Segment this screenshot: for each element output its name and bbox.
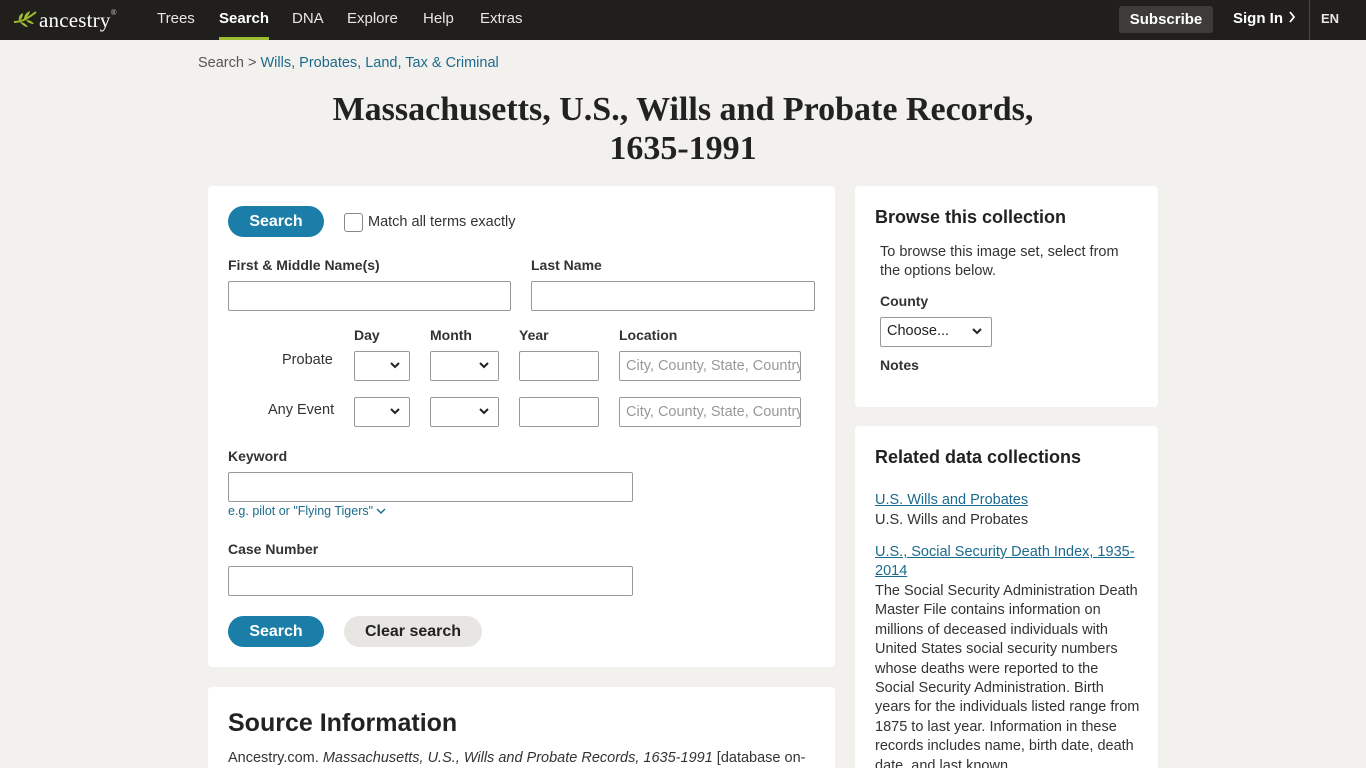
breadcrumb: Search > Wills, Probates, Land, Tax & Cr… [198,55,499,71]
related-heading: Related data collections [875,447,1082,467]
search-form-card: Search Match all terms exactly First & M… [208,186,835,667]
browse-heading: Browse this collection [875,207,1067,227]
any-event-month-select[interactable] [430,397,499,427]
any-event-location-input[interactable]: City, County, State, Country [619,397,801,427]
case-number-label: Case Number [228,541,319,557]
chevron-right-icon [1289,11,1296,23]
clear-search-button[interactable]: Clear search [344,616,482,647]
any-event-day-select[interactable] [354,397,410,427]
county-select-value: Choose... [887,323,950,339]
sign-in-button[interactable]: Sign In [1233,0,1296,40]
chevron-down-icon [376,508,386,514]
match-exact-checkbox[interactable] [344,213,363,232]
leaf-logo-icon [13,11,37,27]
probate-location-input[interactable]: City, County, State, Country [619,351,801,381]
subscribe-button[interactable]: Subscribe [1119,6,1213,33]
nav-explore[interactable]: Explore [347,0,398,40]
related-desc-us-wills: U.S. Wills and Probates [875,512,1029,528]
page-title: Massachusetts, U.S., Wills and Probate R… [283,90,1083,168]
chevron-down-icon [972,328,982,335]
keyword-hint-toggle[interactable]: e.g. pilot or "Flying Tigers" [228,504,386,518]
nav-dna[interactable]: DNA [292,0,324,40]
year-column-label: Year [519,327,549,343]
any-event-year-input[interactable] [519,397,599,427]
last-name-input[interactable] [531,281,815,311]
nav-divider [1309,0,1310,40]
county-label: County [880,293,929,309]
related-link-ssdi[interactable]: U.S., Social Security Death Index, 1935-… [875,543,1140,581]
location-column-label: Location [619,327,678,343]
page-title-line-1: Massachusetts, U.S., Wills and Probate R… [332,91,1034,128]
breadcrumb-category-link[interactable]: Wills, Probates, Land, Tax & Criminal [260,55,498,71]
first-name-input[interactable] [228,281,511,311]
chevron-down-icon [390,408,400,415]
nav-trees[interactable]: Trees [157,0,195,40]
probate-month-select[interactable] [430,351,499,381]
sign-in-label: Sign In [1233,10,1283,27]
source-information-card: Source Information Ancestry.com. Massach… [208,687,835,768]
nav-extras[interactable]: Extras [480,0,523,40]
chevron-down-icon [390,362,400,369]
match-exact-label: Match all terms exactly [368,214,516,230]
any-event-row-label: Any Event [268,402,335,418]
county-select[interactable]: Choose... [880,317,992,347]
chevron-down-icon [479,362,489,369]
notes-label: Notes [880,357,919,373]
keyword-input[interactable] [228,472,633,502]
first-name-label: First & Middle Name(s) [228,257,380,273]
related-link-us-wills[interactable]: U.S. Wills and Probates [875,491,1140,510]
source-information-heading: Source Information [228,709,458,737]
related-collections-card: Related data collections U.S. Wills and … [855,426,1158,768]
probate-row-label: Probate [282,352,333,368]
source-citation: Ancestry.com. Massachusetts, U.S., Wills… [228,750,806,766]
top-navigation-bar: ancestry® Trees Search DNA Explore Help … [0,0,1366,40]
case-number-input[interactable] [228,566,633,596]
related-desc-ssdi: The Social Security Administration Death… [875,583,1140,768]
breadcrumb-search-link[interactable]: Search [198,55,244,71]
probate-day-select[interactable] [354,351,410,381]
keyword-hint-text: e.g. pilot or "Flying Tigers" [228,504,374,518]
page-title-line-2: 1635-1991 [609,130,757,167]
search-button-bottom[interactable]: Search [228,616,324,647]
ancestry-logo[interactable]: ancestry® [12,8,117,32]
breadcrumb-separator: > [247,55,257,71]
browse-description: To browse this image set, select from th… [880,244,1119,280]
month-column-label: Month [430,327,472,343]
nav-help[interactable]: Help [423,0,454,40]
language-selector[interactable]: EN [1321,0,1339,40]
last-name-label: Last Name [531,257,602,273]
nav-search[interactable]: Search [219,0,270,40]
keyword-label: Keyword [228,448,288,464]
day-column-label: Day [354,327,380,343]
search-button-top[interactable]: Search [228,206,324,237]
browse-collection-card: Browse this collection To browse this im… [855,186,1158,407]
chevron-down-icon [479,408,489,415]
logo-wordmark: ancestry® [39,7,117,32]
probate-year-input[interactable] [519,351,599,381]
